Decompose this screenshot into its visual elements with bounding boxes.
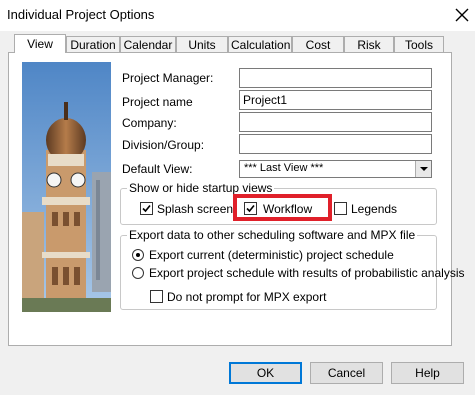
legends-checkbox[interactable] (334, 202, 347, 215)
export-probabilistic-radio[interactable] (132, 267, 144, 279)
tab-view[interactable]: View (14, 34, 66, 53)
workflow-highlight-box (233, 194, 332, 221)
tab-calculation[interactable]: Calculation (228, 36, 292, 53)
clock-tower-image (22, 62, 111, 312)
title-bar: Individual Project Options (0, 0, 475, 31)
tab-risk[interactable]: Risk (344, 36, 394, 53)
cancel-button[interactable]: Cancel (310, 362, 383, 384)
division-input[interactable] (239, 134, 432, 154)
export-deterministic-label: Export current (deterministic) project s… (149, 248, 394, 262)
help-button[interactable]: Help (391, 362, 464, 384)
startup-views-legend: Show or hide startup views (129, 181, 273, 195)
no-prompt-mpx-checkbox[interactable] (150, 290, 163, 303)
company-input[interactable] (239, 112, 432, 132)
project-manager-input[interactable] (239, 68, 432, 88)
ok-button[interactable]: OK (229, 362, 302, 384)
tab-cost[interactable]: Cost (292, 36, 344, 53)
splash-screen-label: Splash screen (157, 202, 234, 216)
default-view-value: *** Last View *** (244, 162, 324, 174)
tab-calendar[interactable]: Calendar (120, 36, 176, 53)
export-probabilistic-label: Export project schedule with results of … (149, 266, 465, 280)
project-manager-label: Project Manager: (122, 71, 214, 85)
tab-duration[interactable]: Duration (66, 36, 120, 53)
export-legend: Export data to other scheduling software… (129, 228, 416, 242)
project-name-input[interactable]: Project1 (239, 90, 432, 110)
no-prompt-mpx-label: Do not prompt for MPX export (167, 290, 327, 304)
default-view-label: Default View: (122, 162, 193, 176)
tab-units[interactable]: Units (176, 36, 228, 53)
export-deterministic-radio[interactable] (132, 249, 144, 261)
division-label: Division/Group: (122, 138, 205, 152)
close-icon[interactable] (453, 6, 471, 24)
tab-tools[interactable]: Tools (394, 36, 444, 53)
project-name-label: Project name (122, 95, 193, 109)
window-title: Individual Project Options (7, 7, 155, 22)
default-view-select[interactable]: *** Last View *** (239, 160, 432, 178)
dropdown-arrow-icon[interactable] (415, 161, 431, 177)
company-label: Company: (122, 116, 177, 130)
legends-label: Legends (351, 202, 398, 216)
splash-screen-checkbox[interactable] (140, 202, 153, 215)
